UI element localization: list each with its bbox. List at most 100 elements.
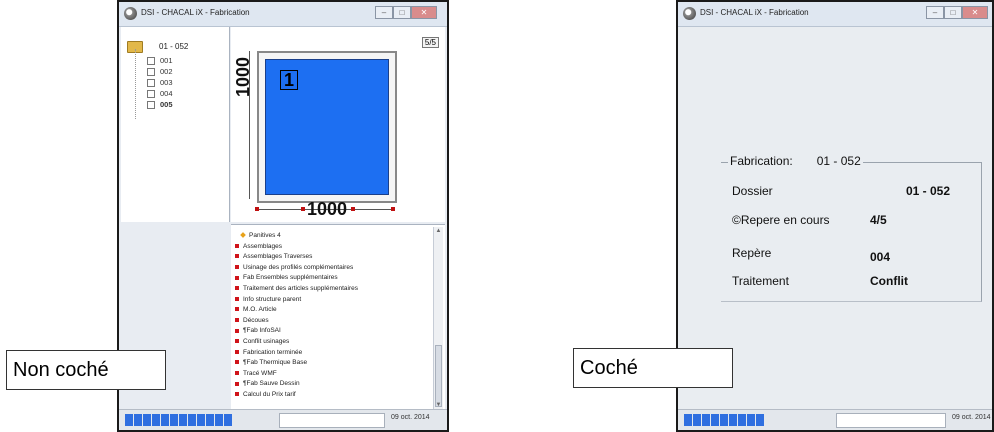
current-mark-value: 4/5 xyxy=(870,213,887,227)
mark-label: Repère xyxy=(732,246,772,260)
title-bar: DSI - CHACAL iX - Fabrication – □ ✕ xyxy=(678,2,992,27)
close-button[interactable]: ✕ xyxy=(411,6,437,19)
bullet-icon xyxy=(235,381,239,386)
tree-item[interactable]: 002 xyxy=(147,66,173,77)
current-mark-label: ©Repere en cours xyxy=(732,213,830,227)
minimize-button[interactable]: – xyxy=(375,6,393,19)
app-icon xyxy=(683,7,696,20)
bullet-icon xyxy=(235,286,239,291)
app-icon xyxy=(124,7,137,20)
list-item[interactable]: ¶Fab InfoSAI xyxy=(235,326,431,337)
vertical-scrollbar[interactable]: ▲ ▼ xyxy=(433,227,443,409)
window-title: DSI - CHACAL iX - Fabrication xyxy=(700,8,809,17)
bullet-icon xyxy=(235,349,239,354)
list-item[interactable]: Découes xyxy=(235,316,431,327)
checkbox[interactable] xyxy=(147,90,155,99)
tree-item-label: 004 xyxy=(160,89,173,98)
list-item[interactable]: Tracé WMF xyxy=(235,369,431,380)
status-field xyxy=(836,413,946,428)
status-date: 09 oct. 2014 xyxy=(952,414,991,421)
tree-connector xyxy=(135,49,136,119)
group-legend: Fabrication: 01 - 052 xyxy=(728,154,863,168)
maximize-button[interactable]: □ xyxy=(944,6,962,19)
dossier-label: Dossier xyxy=(732,184,773,198)
progress-bar xyxy=(125,414,232,426)
status-date: 09 oct. 2014 xyxy=(391,414,430,421)
window-controls: – □ ✕ xyxy=(926,6,988,19)
process-list: Panitives 4 Assemblages Assemblages Trav… xyxy=(231,224,445,411)
pane-number: 1 xyxy=(280,70,299,90)
diamond-icon xyxy=(240,232,246,239)
dimension-marker xyxy=(351,207,355,211)
order-tree: 01 - 052 001 002 003 004 005 xyxy=(121,27,230,222)
dimension-marker xyxy=(391,207,395,211)
processing-value: Conflit xyxy=(870,274,908,288)
scroll-down-icon[interactable]: ▼ xyxy=(434,401,443,409)
bullet-icon xyxy=(235,318,239,323)
width-dimension: 1000 xyxy=(307,199,348,219)
bullet-icon xyxy=(235,243,239,248)
list-item[interactable]: Traitement des articles supplémentaires xyxy=(235,284,431,295)
scroll-up-icon[interactable]: ▲ xyxy=(434,227,443,235)
list-item[interactable]: M.O. Article xyxy=(235,305,431,316)
list-item[interactable]: Panitives 4 xyxy=(235,231,431,242)
bullet-icon xyxy=(235,360,239,365)
status-bar: 09 oct. 2014 xyxy=(119,409,447,430)
group-legend-value: 01 - 052 xyxy=(816,154,861,168)
bullet-icon xyxy=(235,339,239,344)
checkbox[interactable] xyxy=(147,68,155,77)
close-button[interactable]: ✕ xyxy=(962,6,988,19)
bullet-icon xyxy=(235,328,239,333)
page-indicator[interactable]: 5/5 xyxy=(421,37,439,48)
tree-item[interactable]: 001 xyxy=(147,55,173,66)
list-item[interactable]: Assemblages Traverses xyxy=(235,252,431,263)
status-field xyxy=(279,413,385,428)
list-item[interactable]: Info structure parent xyxy=(235,295,431,306)
caption-checked: Coché xyxy=(573,348,733,388)
minimize-button[interactable]: – xyxy=(926,6,944,19)
glass-pane: 1 xyxy=(265,59,389,195)
window-title: DSI - CHACAL iX - Fabrication xyxy=(141,8,250,17)
bullet-icon xyxy=(235,296,239,301)
list-item[interactable]: Assemblages xyxy=(235,242,431,253)
dimension-marker xyxy=(255,207,259,211)
bullet-icon xyxy=(235,254,239,259)
list-item[interactable]: Fab Ensembles supplémentaires xyxy=(235,273,431,284)
checkbox[interactable] xyxy=(147,79,155,88)
list-item[interactable]: Usinage des profilés complémentaires xyxy=(235,263,431,274)
list-item[interactable]: Fabrication terminée xyxy=(235,348,431,359)
caption-unchecked: Non coché xyxy=(6,350,166,390)
maximize-button[interactable]: □ xyxy=(393,6,411,19)
checkbox[interactable] xyxy=(147,101,155,110)
tree-item[interactable]: 003 xyxy=(147,77,173,88)
height-dimension: 1000 xyxy=(233,56,253,97)
fabrication-window-unchecked: DSI - CHACAL iX - Fabrication – □ ✕ 01 -… xyxy=(117,0,449,432)
list-item[interactable]: ¶Fab Sauve Dessin xyxy=(235,379,431,390)
bullet-icon xyxy=(235,392,239,397)
mark-value: 004 xyxy=(870,250,891,264)
checkbox[interactable] xyxy=(147,57,155,66)
tree-item-label: 001 xyxy=(160,56,173,65)
tree-item[interactable]: 004 xyxy=(147,88,173,99)
list-item[interactable]: Conflit usinages xyxy=(235,337,431,348)
tree-item-selected[interactable]: 005 xyxy=(147,99,173,110)
bullet-icon xyxy=(235,307,239,312)
tree-item-label: 003 xyxy=(160,78,173,87)
tree-item-label: 005 xyxy=(160,100,173,109)
window-controls: – □ ✕ xyxy=(375,6,437,19)
dimension-marker xyxy=(301,207,305,211)
window-drawing-panel: 5/5 1000 1 1000 xyxy=(231,27,445,222)
scroll-thumb[interactable] xyxy=(435,345,442,407)
tree-root-label: 01 - 052 xyxy=(159,42,189,52)
dossier-value: 01 - 052 xyxy=(906,184,951,198)
title-bar: DSI - CHACAL iX - Fabrication – □ ✕ xyxy=(119,2,447,27)
tree-root[interactable]: 01 - 052 xyxy=(127,41,188,53)
list-item[interactable]: Calcul du Prix tarif xyxy=(235,390,431,401)
bullet-icon xyxy=(235,265,239,270)
bullet-icon xyxy=(235,371,239,375)
processing-label: Traitement xyxy=(732,274,789,288)
window-frame: 1 xyxy=(257,51,397,203)
list-item[interactable]: ¶Fab Thermique Base xyxy=(235,358,431,369)
progress-bar xyxy=(684,414,764,426)
tree-item-label: 002 xyxy=(160,67,173,76)
